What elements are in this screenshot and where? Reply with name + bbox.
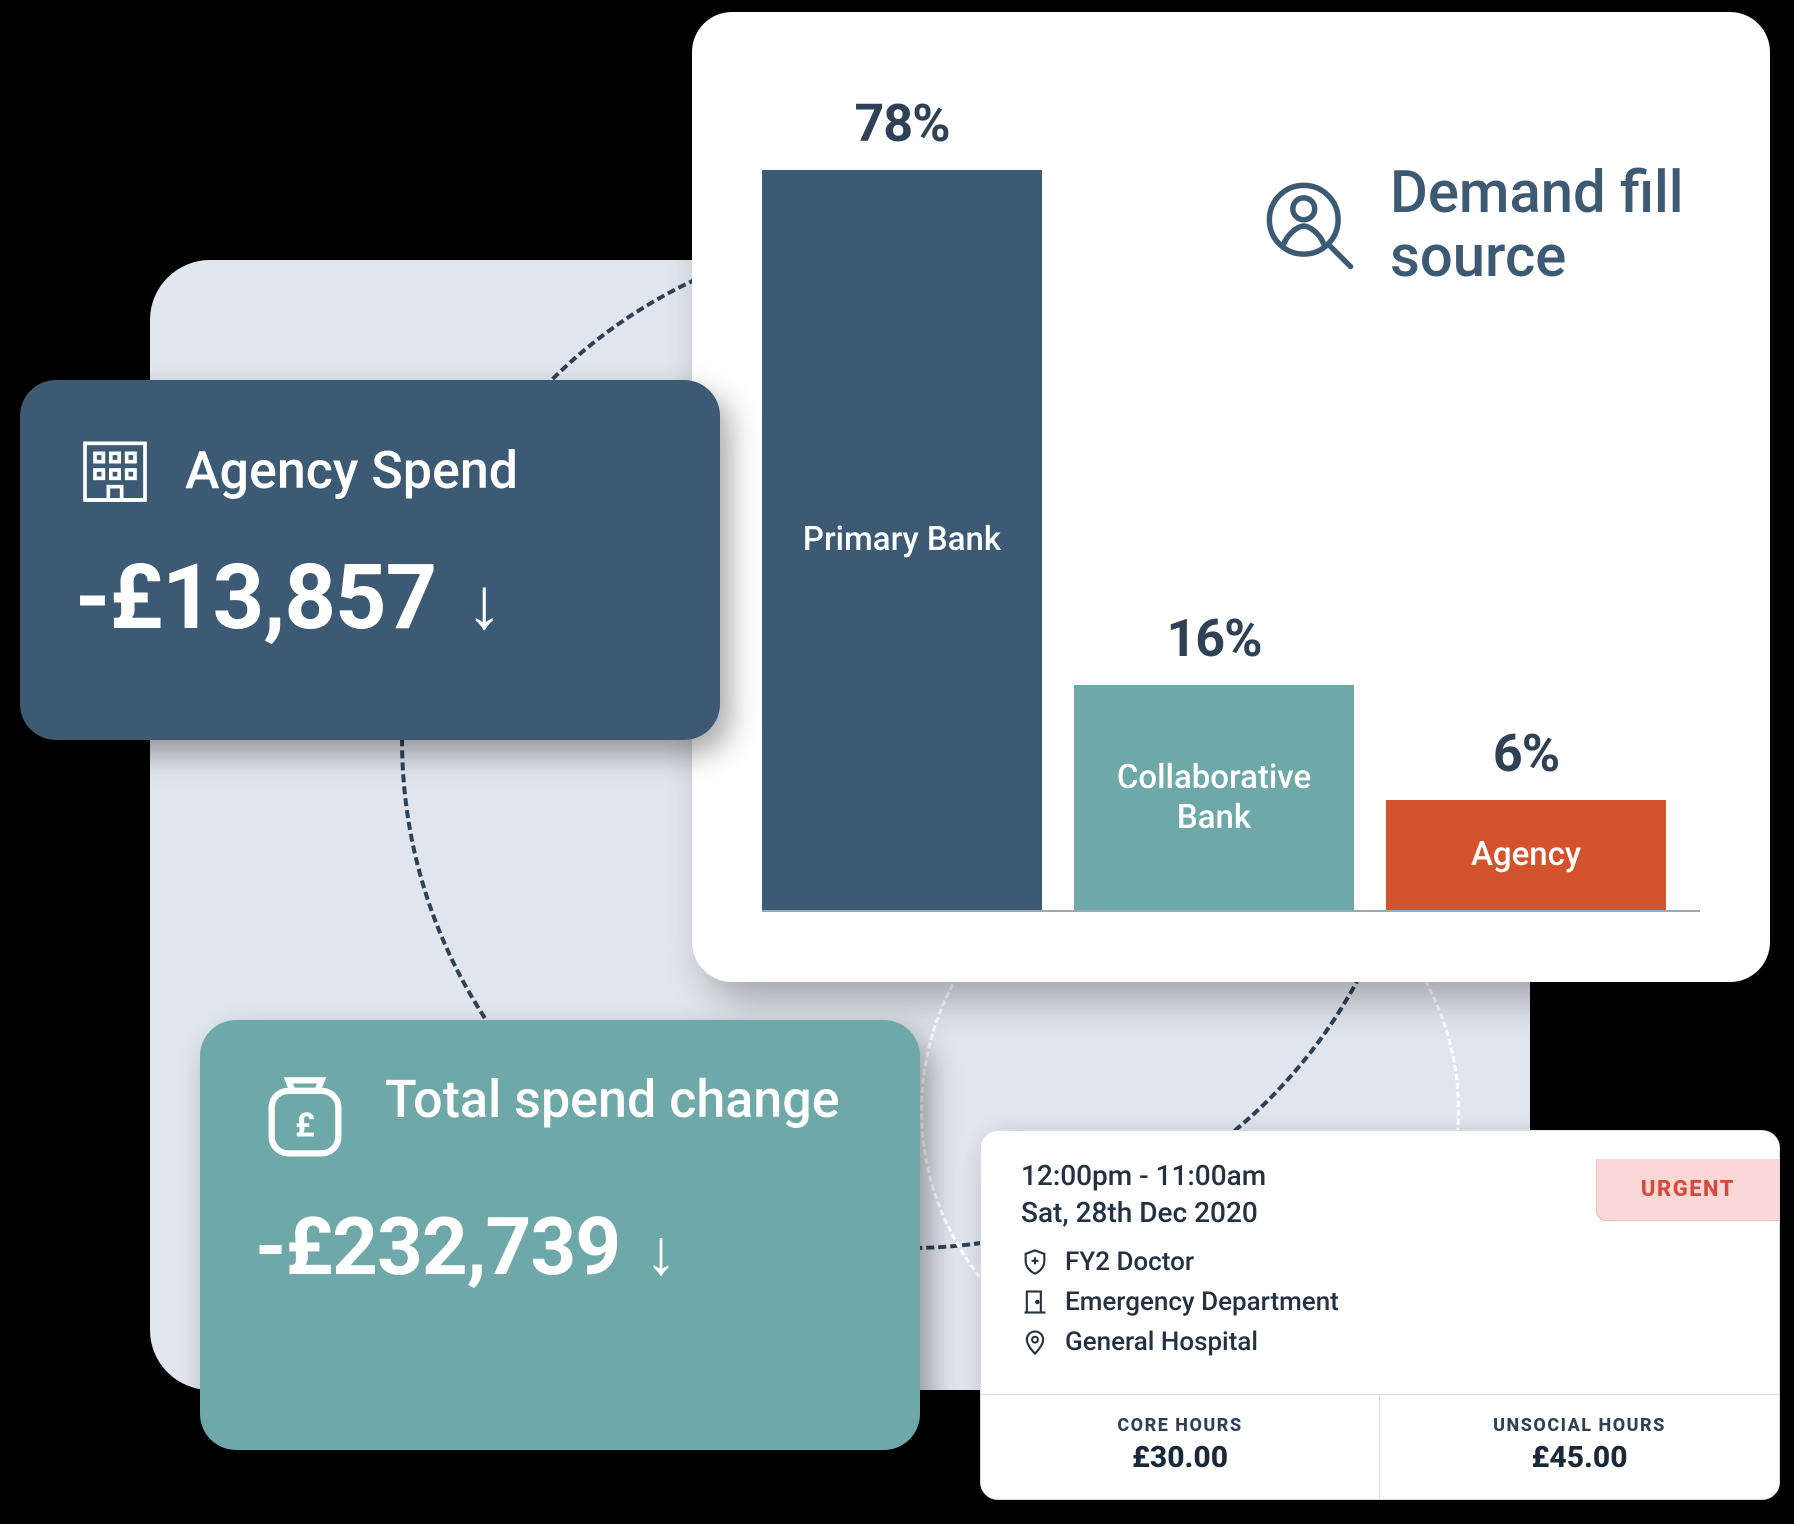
shift-location: General Hospital <box>1065 1327 1258 1357</box>
bar-category-label: Collaborative Bank <box>1074 685 1354 910</box>
bar-primary-bank: 78% Primary Bank <box>762 87 1042 910</box>
bar-category-label: Primary Bank <box>762 170 1042 910</box>
agency-spend-value: -£13,857 <box>75 545 436 650</box>
core-hours-label: CORE HOURS <box>981 1415 1379 1436</box>
bar-chart: 78% Primary Bank 16% Collaborative Bank … <box>762 87 1700 912</box>
unsocial-hours-label: UNSOCIAL HOURS <box>1380 1415 1779 1436</box>
demand-fill-chart-card: Demand fill source 78% Primary Bank 16% … <box>692 12 1770 982</box>
total-spend-value: -£232,739 <box>255 1200 620 1294</box>
bar-value-label: 78% <box>854 93 949 154</box>
core-hours-rate: £30.00 <box>981 1440 1379 1475</box>
building-icon <box>75 430 155 510</box>
svg-text:£: £ <box>295 1107 315 1146</box>
bar-agency: 6% Agency <box>1386 87 1666 910</box>
money-bag-icon: £ <box>255 1070 355 1170</box>
total-spend-card: £ Total spend change -£232,739 ↓ <box>200 1020 920 1450</box>
shift-rates: CORE HOURS £30.00 UNSOCIAL HOURS £45.00 <box>981 1394 1779 1499</box>
bar-value-label: 16% <box>1166 608 1261 669</box>
urgent-badge: URGENT <box>1596 1159 1779 1221</box>
total-spend-title: Total spend change <box>385 1070 840 1130</box>
bar-collaborative-bank: 16% Collaborative Bank <box>1074 87 1354 910</box>
shift-card[interactable]: 12:00pm - 11:00am Sat, 28th Dec 2020 FY2… <box>980 1130 1780 1500</box>
shift-role: FY2 Doctor <box>1065 1247 1194 1277</box>
bar-category-label: Agency <box>1386 800 1666 910</box>
bar-value-label: 6% <box>1493 723 1559 784</box>
shift-department: Emergency Department <box>1065 1287 1339 1317</box>
door-icon <box>1021 1288 1049 1316</box>
arrow-down-icon: ↓ <box>466 561 502 646</box>
arrow-down-icon: ↓ <box>645 1215 677 1290</box>
shift-time: 12:00pm - 11:00am <box>1021 1159 1339 1192</box>
unsocial-hours-rate: £45.00 <box>1380 1440 1779 1475</box>
location-pin-icon <box>1021 1328 1049 1356</box>
shift-date: Sat, 28th Dec 2020 <box>1021 1196 1339 1229</box>
agency-spend-title: Agency Spend <box>185 440 518 501</box>
shield-plus-icon <box>1021 1248 1049 1276</box>
agency-spend-card: Agency Spend -£13,857 ↓ <box>20 380 720 740</box>
